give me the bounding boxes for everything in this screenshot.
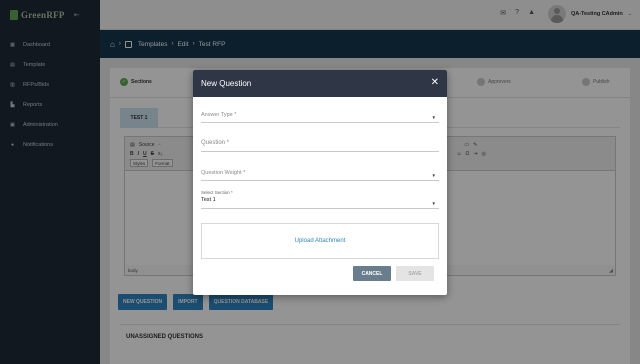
close-icon[interactable]: ✕ — [431, 77, 439, 89]
select-section-label: Select Section * — [201, 190, 233, 195]
answer-type-select[interactable]: Answer Type * ▼ — [201, 112, 439, 123]
upload-attachment-link[interactable]: Upload Attachment — [295, 238, 346, 244]
new-question-dialog: New Question ✕ Answer Type * ▼ Question … — [193, 70, 447, 295]
save-button[interactable]: SAVE — [396, 266, 434, 281]
question-input[interactable]: Question * — [201, 140, 439, 152]
answer-type-placeholder: Answer Type * — [201, 112, 237, 118]
select-section-dropdown[interactable]: Select Section * Test 1 ▼ — [201, 190, 439, 209]
caret-down-icon: ▼ — [431, 173, 436, 178]
dialog-title: New Question — [201, 79, 252, 88]
select-section-value: Test 1 — [201, 197, 216, 203]
question-weight-placeholder: Question Weight * — [201, 170, 246, 176]
caret-down-icon: ▼ — [431, 115, 436, 120]
question-placeholder: Question * — [201, 140, 230, 146]
cancel-button[interactable]: CANCEL — [353, 266, 391, 281]
dialog-header: New Question — [193, 70, 447, 97]
question-weight-select[interactable]: Question Weight * ▼ — [201, 170, 439, 181]
upload-attachment-area[interactable]: Upload Attachment — [201, 223, 439, 259]
caret-down-icon: ▼ — [431, 201, 436, 206]
